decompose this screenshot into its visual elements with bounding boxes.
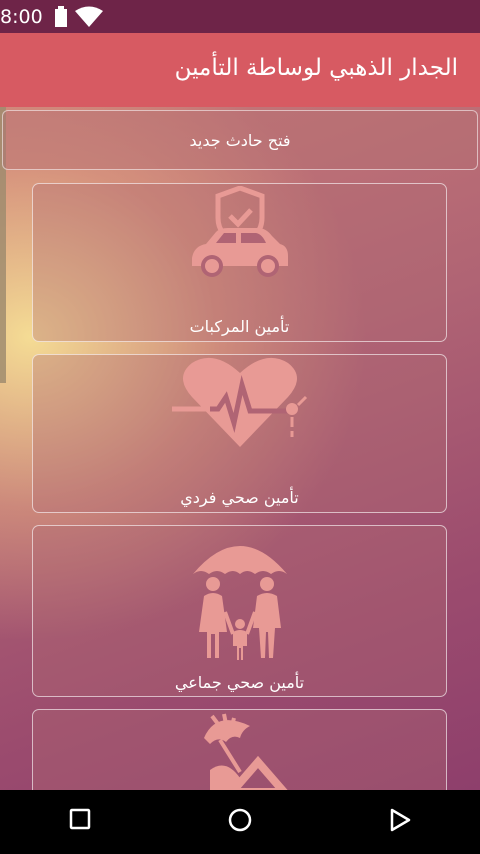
navigation-bar	[0, 790, 480, 854]
group-health-label: تأمين صحي جماعي	[174, 673, 305, 692]
home-insurance-card[interactable]	[32, 709, 447, 790]
vehicle-insurance-label: تأمين المركبات	[189, 317, 290, 336]
app-title: الجدار الذهبي لوساطة التأمين	[174, 55, 458, 81]
individual-health-label: تأمين صحي فردي	[180, 488, 299, 507]
home-umbrella-icon	[190, 712, 290, 790]
back-triangle-icon[interactable]	[389, 808, 411, 836]
status-bar: 8:00	[0, 0, 480, 33]
open-new-accident-label: فتح حادث جديد	[189, 130, 291, 150]
car-shield-icon	[188, 185, 292, 284]
recents-square-icon[interactable]	[69, 808, 91, 834]
status-time: 8:00	[0, 6, 43, 28]
home-circle-icon[interactable]	[228, 808, 252, 836]
individual-health-card[interactable]: تأمين صحي فردي	[32, 354, 447, 513]
battery-icon	[54, 6, 68, 32]
vehicle-insurance-card[interactable]: تأمين المركبات	[32, 183, 447, 342]
group-health-card[interactable]: تأمين صحي جماعي	[32, 525, 447, 697]
main-content[interactable]: فتح حادث جديد تأمين المركبات تأمين صحي ف…	[0, 107, 480, 790]
wifi-icon	[75, 6, 103, 32]
app-bar: الجدار الذهبي لوساطة التأمين	[0, 33, 480, 107]
open-new-accident-button[interactable]: فتح حادث جديد	[2, 110, 478, 170]
heart-pulse-icon	[170, 355, 310, 455]
family-umbrella-icon	[185, 528, 295, 666]
